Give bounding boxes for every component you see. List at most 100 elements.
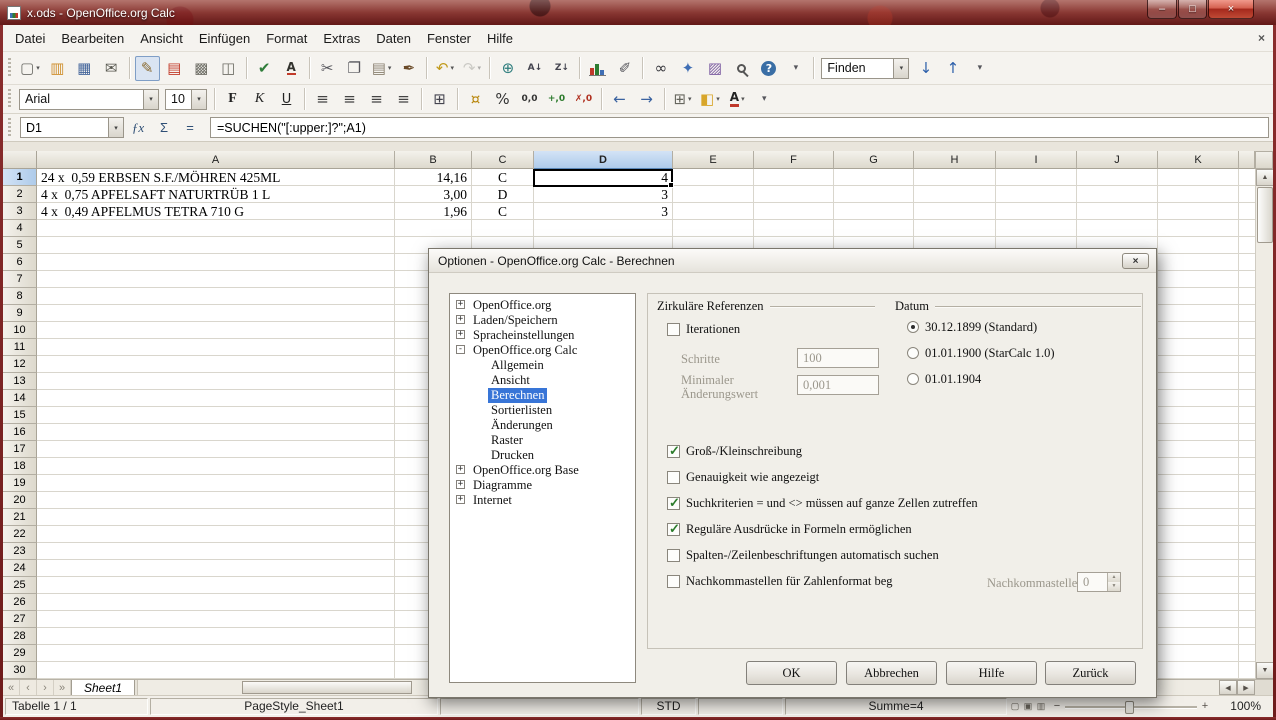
dialog-close-button[interactable]: × (1122, 253, 1149, 269)
vertical-scrollbar[interactable]: ▲ ▼ (1255, 169, 1273, 679)
status-selection-mode[interactable]: STD (641, 698, 696, 715)
tree-expand-icon[interactable]: + (456, 465, 465, 474)
page-preview-icon[interactable]: ◫ (216, 56, 241, 81)
sum-icon[interactable]: Σ (152, 117, 176, 139)
tree-item-sortierlisten[interactable]: Sortierlisten (450, 403, 635, 418)
row-header-27[interactable]: 27 (3, 611, 37, 628)
maximize-button[interactable]: □ (1178, 0, 1207, 19)
row-header-5[interactable]: 5 (3, 237, 37, 254)
document-close-icon[interactable]: × (1258, 31, 1265, 45)
cell-a-3[interactable]: 4 x 0,49 APFELMUS TETRA 710 G (37, 203, 394, 220)
dialog-button-zur-ck[interactable]: Zurück (1045, 661, 1136, 685)
column-header-c[interactable]: C (472, 151, 534, 169)
align-left-icon[interactable]: ≡ (310, 87, 335, 112)
formula-input[interactable]: =SUCHEN("[:upper:]?";A1) (210, 117, 1269, 138)
tree-item-openoffice-org-calc[interactable]: -OpenOffice.org Calc (450, 343, 635, 358)
find-combobox-dropdown-icon[interactable]: ▾ (893, 59, 908, 78)
toolbar-grip[interactable] (8, 89, 11, 109)
row-header-20[interactable]: 20 (3, 492, 37, 509)
column-header-b[interactable]: B (395, 151, 472, 169)
row-header-26[interactable]: 26 (3, 594, 37, 611)
scroll-down-icon[interactable]: ▼ (1256, 662, 1274, 679)
gallery-icon[interactable]: ▨ (702, 56, 727, 81)
single-page-view-icon[interactable]: ▢ (1009, 700, 1021, 713)
undo-icon[interactable]: ↶▾ (432, 56, 457, 81)
standard-format-icon[interactable]: 0,0 (517, 87, 542, 112)
underline-icon[interactable]: U (274, 87, 299, 112)
toolbar-grip[interactable] (8, 118, 11, 138)
draw-functions-icon[interactable]: ✐ (612, 56, 637, 81)
tree-expand-icon[interactable]: + (456, 480, 465, 489)
column-header-g[interactable]: G (834, 151, 914, 169)
row-header-30[interactable]: 30 (3, 662, 37, 679)
find-combobox[interactable]: Finden▾ (821, 58, 909, 79)
last-sheet-icon[interactable]: » (54, 680, 71, 695)
menu-item-daten[interactable]: Daten (368, 27, 419, 50)
toolbar-grip[interactable] (8, 58, 11, 78)
checkbox-nachkommastellen-f-r-zahlenformat-beg[interactable]: Nachkommastellen für Zahlenformat beg (667, 573, 893, 589)
function-wizard-icon[interactable]: ƒx (126, 117, 150, 139)
cell-c-3[interactable]: C (472, 203, 533, 220)
equals-icon[interactable]: = (178, 117, 202, 139)
italic-icon[interactable]: K (247, 87, 272, 112)
dialog-button-ok[interactable]: OK (746, 661, 837, 685)
vertical-scrollbar-thumb[interactable] (1257, 187, 1273, 243)
date-option-30-12-1899-standard[interactable]: 30.12.1899 (Standard) (907, 319, 1037, 335)
toolbar-options-icon[interactable]: ▾ (783, 56, 808, 81)
row-header-2[interactable]: 2 (3, 186, 37, 203)
row-header-12[interactable]: 12 (3, 356, 37, 373)
previous-sheet-icon[interactable]: ‹ (20, 680, 37, 695)
menu-item-format[interactable]: Format (258, 27, 315, 50)
tree-item-spracheinstellungen[interactable]: +Spracheinstellungen (450, 328, 635, 343)
row-header-18[interactable]: 18 (3, 458, 37, 475)
percent-format-icon[interactable]: % (490, 87, 515, 112)
multi-page-view-icon[interactable]: ▣ (1022, 700, 1034, 713)
tree-item-berechnen[interactable]: Berechnen (450, 388, 635, 403)
column-header-f[interactable]: F (754, 151, 834, 169)
tree-collapse-icon[interactable]: - (456, 345, 465, 354)
checkbox-gro-kleinschreibung[interactable]: Groß-/Kleinschreibung (667, 443, 802, 459)
row-header-1[interactable]: 1 (3, 169, 37, 186)
iterations-checkbox[interactable]: Iterationen (667, 321, 740, 337)
menu-item-datei[interactable]: Datei (7, 27, 53, 50)
column-header-partial[interactable] (1239, 151, 1255, 169)
tree-item-drucken[interactable]: Drucken (450, 448, 635, 463)
navigator-icon[interactable]: ✦ (675, 56, 700, 81)
zoom-in-icon[interactable]: + (1199, 699, 1211, 713)
column-header-k[interactable]: K (1158, 151, 1239, 169)
row-header-3[interactable]: 3 (3, 203, 37, 220)
sheet-tab-sheet1[interactable]: Sheet1 (71, 680, 135, 695)
tree-item-nderungen[interactable]: Änderungen (450, 418, 635, 433)
book-view-icon[interactable]: ▥ (1035, 700, 1047, 713)
row-header-22[interactable]: 22 (3, 526, 37, 543)
background-color-icon[interactable]: ◧▾ (697, 87, 723, 112)
edit-mode-icon[interactable]: ✎ (135, 56, 160, 81)
std-more-icon[interactable]: ▾ (967, 56, 992, 81)
cell-d-3[interactable]: 3 (534, 203, 672, 220)
row-header-28[interactable]: 28 (3, 628, 37, 645)
cell-b-2[interactable]: 3,00 (395, 186, 471, 203)
hyperlink-icon[interactable]: ⊕ (495, 56, 520, 81)
font-color-icon[interactable]: A▾ (725, 87, 750, 112)
fmt-more-icon[interactable]: ▾ (752, 87, 777, 112)
row-header-9[interactable]: 9 (3, 305, 37, 322)
row-header-4[interactable]: 4 (3, 220, 37, 237)
horizontal-scrollbar-thumb[interactable] (242, 681, 412, 694)
spellcheck-icon[interactable]: ✔ (252, 56, 277, 81)
minimize-button[interactable]: – (1147, 0, 1177, 19)
save-icon[interactable]: ▦ (72, 56, 97, 81)
row-header-11[interactable]: 11 (3, 339, 37, 356)
borders-icon[interactable]: ⊞▾ (670, 87, 695, 112)
cut-icon[interactable]: ✂ (315, 56, 340, 81)
paste-icon[interactable]: ▤▾ (369, 56, 395, 81)
tree-item-openoffice-org[interactable]: +OpenOffice.org (450, 298, 635, 313)
align-justify-icon[interactable]: ≡ (391, 87, 416, 112)
tree-item-diagramme[interactable]: +Diagramme (450, 478, 635, 493)
add-decimal-icon[interactable]: +,0 (544, 87, 569, 112)
currency-format-icon[interactable]: ¤ (463, 87, 488, 112)
menu-item-bearbeiten[interactable]: Bearbeiten (53, 27, 132, 50)
row-header-15[interactable]: 15 (3, 407, 37, 424)
menu-item-ansicht[interactable]: Ansicht (132, 27, 191, 50)
row-header-10[interactable]: 10 (3, 322, 37, 339)
row-header-6[interactable]: 6 (3, 254, 37, 271)
